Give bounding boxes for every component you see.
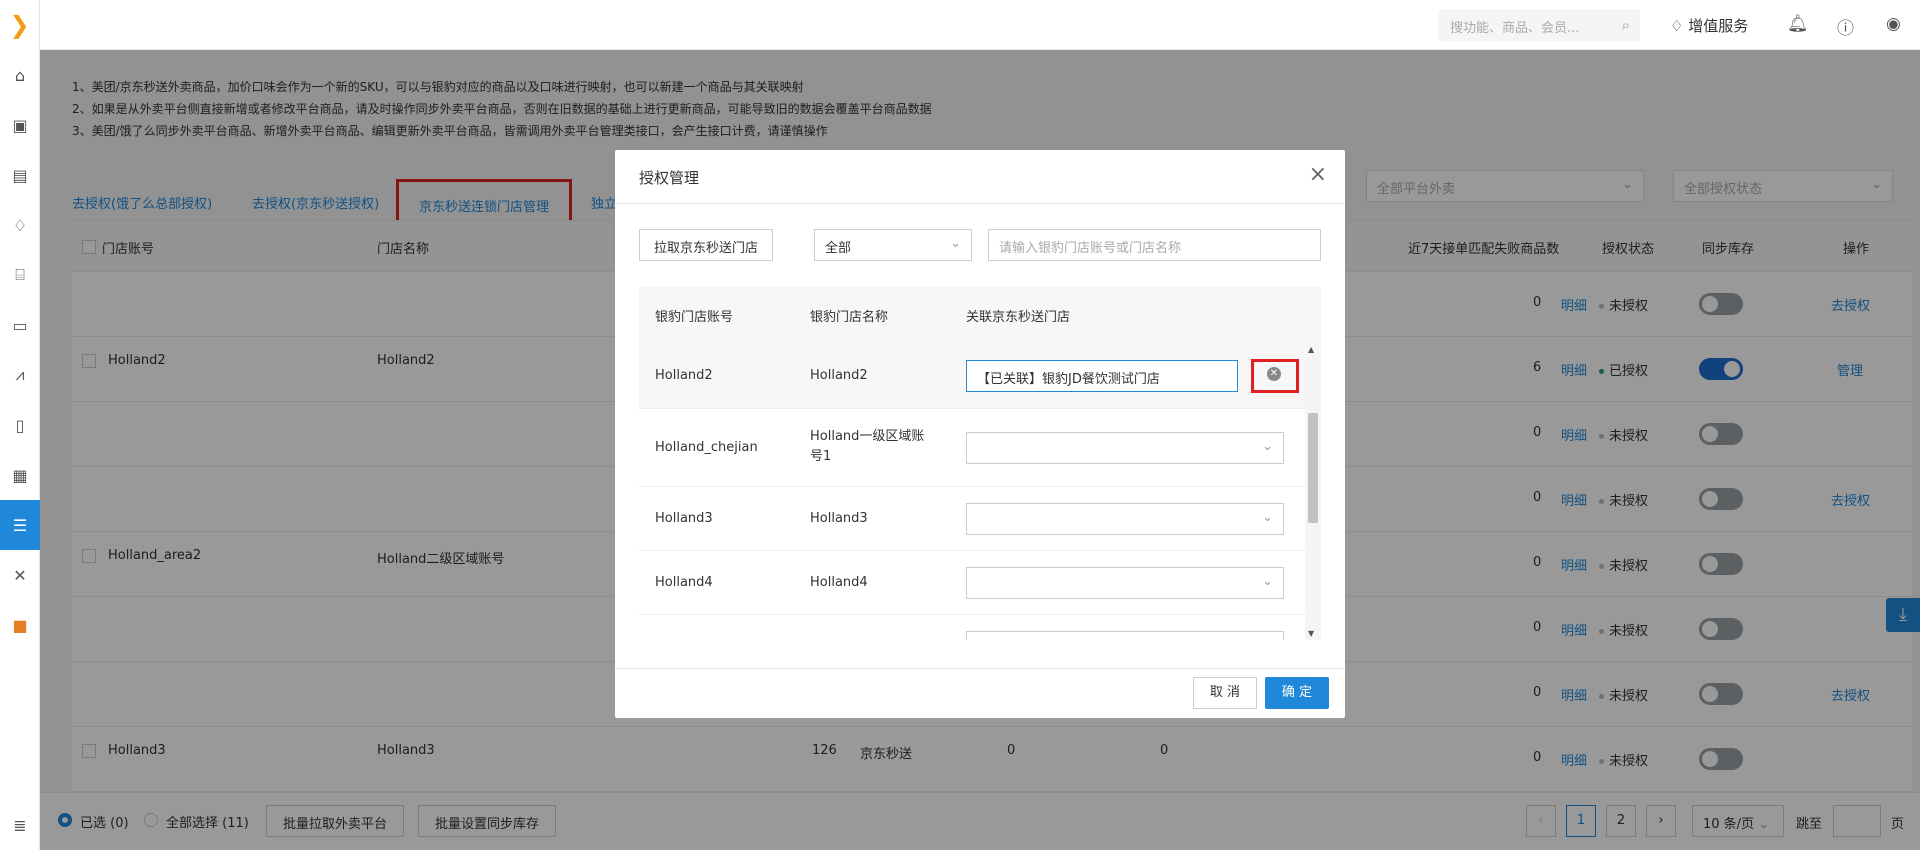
store-icon[interactable]: ⌸ xyxy=(0,250,40,300)
modal-title: 授权管理 xyxy=(639,169,700,187)
sidebar: ❯ ⌂ ▣ ▤ ♢ ⌸ ▭ ⩘ ▯ ▦ ☰ ✕ ■ ≣ xyxy=(0,0,40,850)
logo-icon[interactable]: ❯ xyxy=(0,0,39,50)
chevron-down-icon: ⌄ xyxy=(1262,574,1273,589)
modal-header-account: 银豹门店账号 xyxy=(655,310,734,325)
pull-jd-stores-button[interactable]: 拉取京东秒送门店 xyxy=(639,229,774,261)
product-icon[interactable]: ▤ xyxy=(0,150,40,200)
bell-icon[interactable]: 🔔︎ xyxy=(1787,14,1809,34)
modal-table-body: Holland2 Holland2 【已关联】银豹JD餐饮测试门店 ✕ Holl… xyxy=(639,343,1321,640)
modal-header-name: 银豹门店名称 xyxy=(810,310,889,325)
modal-header: 授权管理 × xyxy=(615,150,1345,204)
linked-store-select[interactable]: ⌄ xyxy=(966,503,1284,535)
settings-icon[interactable]: ☰ xyxy=(0,500,40,550)
linked-store-select[interactable]: ⌄ xyxy=(966,432,1284,464)
search-placeholder: 搜功能、商品、会员... xyxy=(1450,21,1580,36)
modal-row xyxy=(639,615,1305,640)
modal-row-account: Holland4 xyxy=(655,575,713,590)
clear-icon[interactable]: ✕ xyxy=(1267,367,1281,381)
modal-row-name: Holland4 xyxy=(810,575,868,590)
diamond-icon: ♢ xyxy=(1670,17,1684,35)
linked-store-select[interactable] xyxy=(966,631,1284,640)
card-icon[interactable]: ▭ xyxy=(0,300,40,350)
member-icon[interactable]: ♢ xyxy=(0,200,40,250)
modal-row-account: Holland3 xyxy=(655,511,713,526)
cancel-button[interactable]: 取 消 xyxy=(1193,677,1257,709)
global-search-input[interactable]: 搜功能、商品、会员... ⌕ xyxy=(1438,9,1640,41)
top-bar: 搜功能、商品、会员... ⌕ ♢ 增值服务 🔔︎ ⓘ ◉ xyxy=(40,0,1920,50)
modal-row: Holland4 Holland4 ⌄ xyxy=(639,551,1305,615)
modal-row: Holland3 Holland3 ⌄ xyxy=(639,487,1305,551)
modal-row: Holland2 Holland2 【已关联】银豹JD餐饮测试门店 ✕ xyxy=(639,343,1305,409)
close-icon[interactable]: × xyxy=(1309,162,1327,187)
scroll-up-icon[interactable]: ▲ xyxy=(1308,345,1314,354)
modal-filter-select[interactable]: 全部 ⌄ xyxy=(814,229,972,261)
modal-footer: 取 消 确 定 xyxy=(615,668,1345,718)
search-icon[interactable]: ⌕ xyxy=(1622,16,1630,34)
modal-row-account: Holland_chejian xyxy=(655,440,758,455)
linked-store-value: 【已关联】银豹JD餐饮测试门店 xyxy=(977,372,1160,387)
value-added-label: 增值服务 xyxy=(1688,17,1749,35)
finance-icon[interactable]: ▦ xyxy=(0,450,40,500)
chevron-down-icon: ⌄ xyxy=(1262,510,1273,525)
help-icon[interactable]: ⓘ xyxy=(1837,14,1854,39)
value-added-service-link[interactable]: ♢ 增值服务 xyxy=(1670,15,1748,36)
clear-highlight-box: ✕ xyxy=(1251,359,1299,393)
modal-row-account: Holland2 xyxy=(655,368,713,383)
apps-icon[interactable]: ■ xyxy=(0,600,40,650)
chevron-down-icon: ⌄ xyxy=(1262,439,1273,454)
confirm-button[interactable]: 确 定 xyxy=(1265,677,1329,709)
modal-header-link: 关联京东秒送门店 xyxy=(966,310,1071,325)
search-list-icon[interactable]: ≣ xyxy=(0,800,40,850)
modal-filter-label: 全部 xyxy=(825,241,852,256)
scroll-down-icon[interactable]: ▼ xyxy=(1308,629,1314,638)
cashier-icon[interactable]: ▣ xyxy=(0,100,40,150)
modal-scrollbar-thumb[interactable] xyxy=(1308,413,1318,523)
auth-management-modal: 授权管理 × 拉取京东秒送门店 全部 ⌄ 请输入银豹门店账号或门店名称 银豹门店账… xyxy=(615,150,1345,718)
document-icon[interactable]: ▯ xyxy=(0,400,40,450)
user-icon[interactable]: ◉ xyxy=(1886,14,1901,34)
modal-row-name: Holland2 xyxy=(810,368,868,383)
linked-store-select[interactable]: 【已关联】银豹JD餐饮测试门店 xyxy=(966,360,1238,392)
modal-row-name: Holland3 xyxy=(810,511,868,526)
home-icon[interactable]: ⌂ xyxy=(0,50,40,100)
linked-store-select[interactable]: ⌄ xyxy=(966,567,1284,599)
chevron-down-icon: ⌄ xyxy=(950,236,961,251)
report-icon[interactable]: ⩘ xyxy=(0,350,40,400)
modal-search-input[interactable]: 请输入银豹门店账号或门店名称 xyxy=(988,229,1321,261)
modal-row-name: Holland一级区域账号1 xyxy=(810,429,925,464)
modal-row: Holland_chejian Holland一级区域账号1 ⌄ xyxy=(639,409,1305,487)
modal-scrollbar[interactable]: ▲ ▼ xyxy=(1305,343,1321,640)
tools-icon[interactable]: ✕ xyxy=(0,550,40,600)
modal-table-header: 银豹门店账号 银豹门店名称 关联京东秒送门店 xyxy=(639,287,1321,343)
